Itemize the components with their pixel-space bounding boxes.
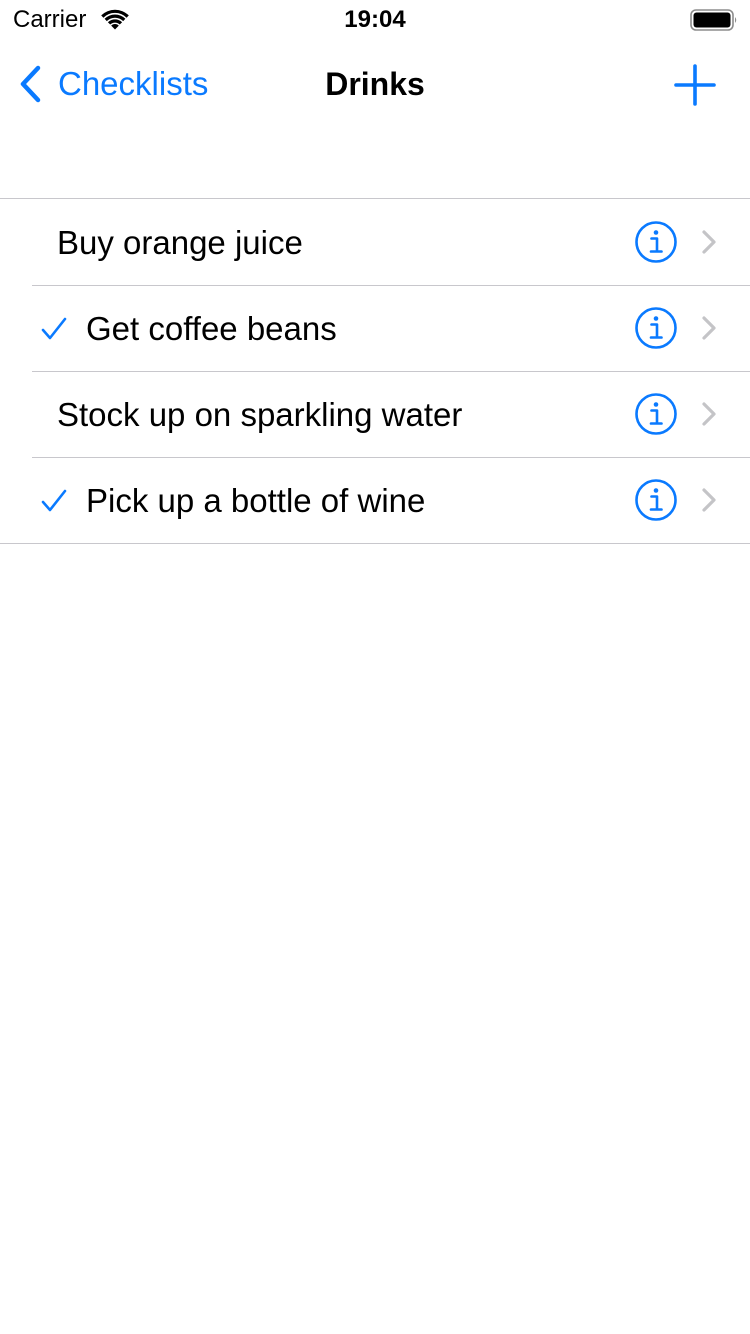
chevron-right-icon <box>702 316 716 340</box>
list-item[interactable]: Buy orange juice <box>0 199 750 285</box>
info-icon[interactable] <box>634 478 678 522</box>
checklist-table: Buy orange juice Get coffee beans Stock … <box>0 198 750 544</box>
list-item[interactable]: Pick up a bottle of wine <box>0 457 750 543</box>
checkmark-icon <box>41 317 67 340</box>
info-icon[interactable] <box>634 220 678 264</box>
chevron-right-icon <box>702 402 716 426</box>
plus-icon[interactable] <box>672 62 718 108</box>
status-bar: Carrier 19:04 <box>0 0 750 40</box>
chevron-right-icon <box>702 230 716 254</box>
item-label: Stock up on sparkling water <box>57 396 463 433</box>
status-time: 19:04 <box>344 6 406 33</box>
info-icon[interactable] <box>634 306 678 350</box>
page-title: Drinks <box>325 66 425 102</box>
list-item[interactable]: Stock up on sparkling water <box>0 371 750 457</box>
info-icon[interactable] <box>634 392 678 436</box>
battery-icon <box>690 9 737 31</box>
item-label: Buy orange juice <box>57 224 303 261</box>
chevron-right-icon <box>702 488 716 512</box>
checkmark-icon <box>41 489 67 512</box>
list-item[interactable]: Get coffee beans <box>0 285 750 371</box>
item-label: Get coffee beans <box>86 310 337 347</box>
navigation-bar: Checklists Drinks <box>0 40 750 128</box>
item-label: Pick up a bottle of wine <box>86 482 426 519</box>
